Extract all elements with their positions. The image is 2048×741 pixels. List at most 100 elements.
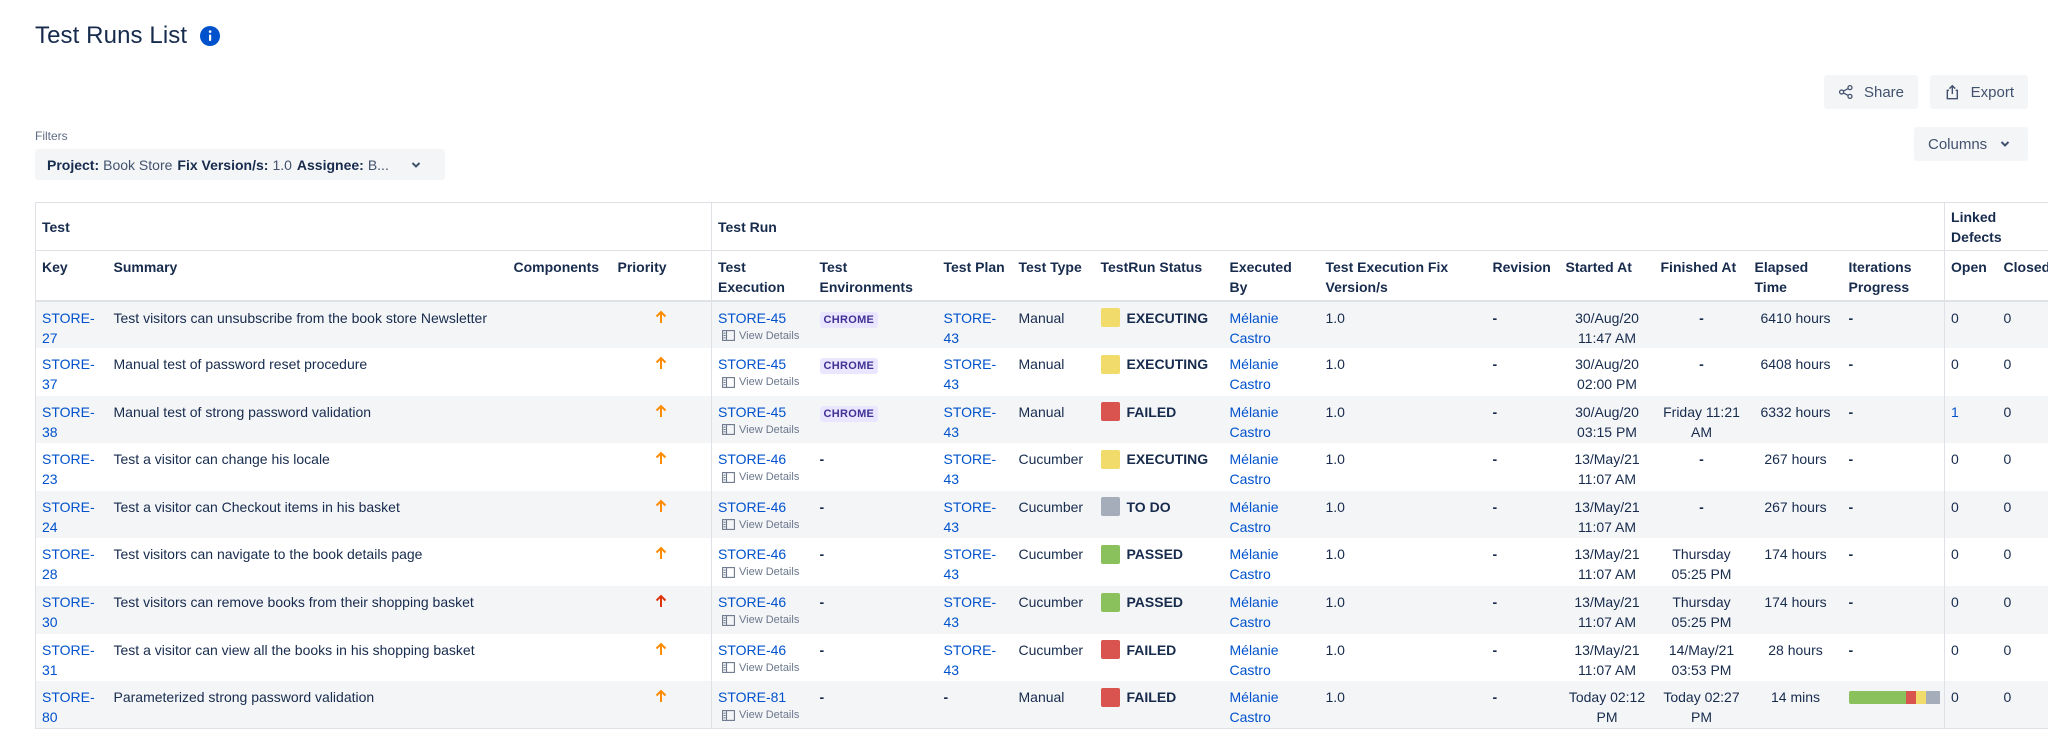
view-details-link[interactable]: View Details — [718, 565, 808, 579]
test-key-link[interactable]: STORE-28 — [42, 546, 95, 582]
test-plan-value[interactable]: STORE-43 — [944, 404, 997, 440]
chevron-down-icon — [2000, 141, 2010, 147]
cell-components — [507, 300, 612, 349]
view-details-link[interactable]: View Details — [718, 613, 808, 627]
col-closed[interactable]: Closed — [1997, 250, 2048, 302]
executed-by-link[interactable]: Mélanie Castro — [1230, 546, 1279, 582]
status-badge[interactable]: FAILED — [1100, 640, 1218, 660]
status-badge[interactable]: TO DO — [1100, 497, 1218, 517]
test-key-link[interactable]: STORE-27 — [42, 310, 95, 346]
executed-by-link[interactable]: Mélanie Castro — [1230, 689, 1279, 725]
cell-components — [507, 395, 612, 444]
executed-by-link[interactable]: Mélanie Castro — [1230, 356, 1279, 392]
cell-finished-at: 14/May/21 03:53 PM — [1654, 633, 1749, 682]
status-badge[interactable]: FAILED — [1100, 402, 1218, 422]
test-execution-link[interactable]: STORE-45 — [718, 404, 786, 420]
col-testrun-status[interactable]: TestRun Status — [1094, 250, 1224, 302]
test-key-link[interactable]: STORE-37 — [42, 356, 95, 392]
col-iterations-progress[interactable]: Iterations Progress — [1842, 250, 1945, 302]
view-details-label: View Details — [739, 518, 800, 531]
test-execution-link[interactable]: STORE-46 — [718, 642, 786, 658]
title-row: Test Runs List — [35, 22, 221, 50]
view-details-link[interactable]: View Details — [718, 708, 808, 722]
view-details-link[interactable]: View Details — [718, 329, 808, 343]
test-key-link[interactable]: STORE-31 — [42, 642, 95, 678]
cell-test-plan: STORE-43 — [937, 490, 1013, 539]
executed-by-link[interactable]: Mélanie Castro — [1230, 499, 1279, 535]
view-details-link[interactable]: View Details — [718, 518, 808, 532]
test-plan-value[interactable]: STORE-43 — [944, 546, 997, 582]
export-icon — [1946, 84, 1959, 100]
col-test-execution-fix-version[interactable]: Test Execution Fix Version/s — [1319, 250, 1487, 302]
view-details-link[interactable]: View Details — [718, 470, 808, 484]
col-open[interactable]: Open — [1944, 250, 1998, 302]
executed-by-link[interactable]: Mélanie Castro — [1230, 594, 1279, 630]
info-icon[interactable] — [199, 25, 221, 47]
cell-summary: Parameterized strong password validation — [107, 681, 508, 730]
filter-dropdown[interactable]: Project: Book Store Fix Version/s: 1.0 A… — [35, 149, 445, 180]
status-badge[interactable]: PASSED — [1100, 592, 1218, 612]
test-execution-link[interactable]: STORE-45 — [718, 310, 786, 326]
col-summary[interactable]: Summary — [107, 250, 508, 302]
status-badge[interactable]: PASSED — [1100, 544, 1218, 564]
test-key-link[interactable]: STORE-38 — [42, 404, 95, 440]
test-execution-link[interactable]: STORE-46 — [718, 499, 786, 515]
test-plan-value[interactable]: STORE-43 — [944, 499, 997, 535]
col-priority[interactable]: Priority — [611, 250, 712, 302]
col-finished-at[interactable]: Finished At — [1654, 250, 1749, 302]
test-execution-link[interactable]: STORE-45 — [718, 356, 786, 372]
share-button[interactable]: Share — [1824, 75, 1918, 109]
status-badge[interactable]: EXECUTING — [1100, 449, 1218, 469]
test-plan-value[interactable]: STORE-43 — [944, 451, 997, 487]
col-test-plan[interactable]: Test Plan — [937, 250, 1013, 302]
view-details-link[interactable]: View Details — [718, 661, 808, 675]
table-row: STORE-38 Manual test of strong password … — [35, 395, 2048, 444]
view-details-link[interactable]: View Details — [718, 375, 808, 389]
col-revision[interactable]: Revision — [1486, 250, 1560, 302]
iterations-value: - — [1848, 309, 1854, 326]
test-key-link[interactable]: STORE-80 — [42, 689, 95, 725]
cell-test-environments: - — [813, 633, 938, 682]
status-badge[interactable]: EXECUTING — [1100, 308, 1218, 328]
iterations-progress-bar[interactable] — [1848, 691, 1941, 705]
test-execution-link[interactable]: STORE-46 — [718, 594, 786, 610]
progress-segment-failed — [1905, 691, 1916, 705]
cell-closed-defects: 0 — [1997, 633, 2048, 682]
col-elapsed-time[interactable]: Elapsed Time — [1748, 250, 1843, 302]
col-key[interactable]: Key — [35, 250, 108, 302]
col-test-environments[interactable]: Test Environments — [813, 250, 938, 302]
test-key-link[interactable]: STORE-24 — [42, 499, 95, 535]
test-key-link[interactable]: STORE-30 — [42, 594, 95, 630]
status-badge[interactable]: FAILED — [1100, 687, 1218, 707]
executed-by-link[interactable]: Mélanie Castro — [1230, 310, 1279, 346]
test-plan-value[interactable]: STORE-43 — [944, 642, 997, 678]
columns-button[interactable]: Columns — [1914, 127, 2028, 161]
view-details-link[interactable]: View Details — [718, 423, 808, 437]
status-badge[interactable]: EXECUTING — [1100, 354, 1218, 374]
col-test-type[interactable]: Test Type — [1012, 250, 1095, 302]
test-plan-value[interactable]: STORE-43 — [944, 356, 997, 392]
test-key-link[interactable]: STORE-23 — [42, 451, 95, 487]
open-defects-link[interactable]: 1 — [1951, 404, 1959, 420]
executed-by-link[interactable]: Mélanie Castro — [1230, 404, 1279, 440]
filter-assignee-value: B... — [367, 156, 389, 173]
col-components[interactable]: Components — [507, 250, 612, 302]
finished-at-value: Today 02:27 PM — [1663, 689, 1740, 726]
open-defects-value: 0 — [1951, 356, 1959, 373]
col-executed-by[interactable]: Executed By — [1223, 250, 1320, 302]
test-execution-link[interactable]: STORE-46 — [718, 546, 786, 562]
executed-by-link[interactable]: Mélanie Castro — [1230, 451, 1279, 487]
cell-closed-defects: 0 — [1997, 586, 2048, 634]
col-started-at[interactable]: Started At — [1559, 250, 1655, 302]
export-button[interactable]: Export — [1930, 75, 2028, 109]
cell-components — [507, 633, 612, 682]
cell-started-at: 13/May/21 11:07 AM — [1559, 443, 1655, 491]
test-execution-link[interactable]: STORE-46 — [718, 451, 786, 467]
col-test-execution[interactable]: Test Execution — [711, 250, 814, 302]
cell-closed-defects: 0 — [1997, 681, 2048, 730]
cell-summary: Manual test of strong password validatio… — [107, 395, 508, 444]
test-plan-value[interactable]: STORE-43 — [944, 594, 997, 630]
test-execution-link[interactable]: STORE-81 — [718, 689, 786, 705]
executed-by-link[interactable]: Mélanie Castro — [1230, 642, 1279, 678]
test-plan-value[interactable]: STORE-43 — [944, 310, 997, 346]
